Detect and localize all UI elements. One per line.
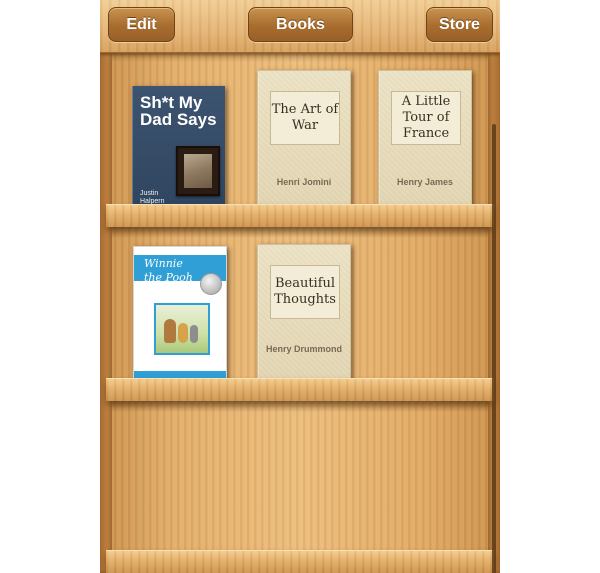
book-blurb <box>140 178 180 183</box>
character-figure <box>190 325 198 343</box>
shelf-1 <box>106 204 494 227</box>
top-toolbar: Edit Books Store <box>100 0 500 53</box>
book-beautiful-thoughts[interactable]: Beautiful Thoughts Henry Drummond <box>257 244 351 382</box>
book-title: Winnie the Pooh <box>144 257 193 284</box>
shelf-shadow <box>112 226 488 238</box>
character-figure <box>164 319 176 343</box>
cover-illustration <box>154 303 210 355</box>
edit-button[interactable]: Edit <box>108 7 175 42</box>
shelf-3 <box>106 550 494 573</box>
book-title-plate: A Little Tour of France <box>391 91 461 145</box>
bookcase-left-side <box>100 52 112 573</box>
bookcase-top-shadow <box>112 52 488 62</box>
book-title-plate: Beautiful Thoughts <box>270 265 340 319</box>
character-figure <box>178 323 188 343</box>
book-title: Sh*t My Dad Says <box>140 93 217 129</box>
book-a-little-tour-of-france[interactable]: A Little Tour of France Henry James <box>378 70 472 208</box>
store-button[interactable]: Store <box>426 7 493 42</box>
photo-frame-illustration <box>176 146 220 196</box>
books-button[interactable]: Books <box>248 7 353 42</box>
book-title-plate: The Art of War <box>270 91 340 145</box>
book-shit-my-dad-says[interactable]: Sh*t My Dad Says Justin Halpern <box>132 86 225 206</box>
scrollbar[interactable] <box>492 124 496 573</box>
book-the-art-of-war[interactable]: The Art of War Henri Jomini <box>257 70 351 208</box>
shelf-2 <box>106 378 494 401</box>
award-medal-icon <box>200 273 222 295</box>
book-author: Henry Drummond <box>265 344 342 354</box>
ibooks-bookshelf: Edit Books Store Sh*t My Dad Says Justin… <box>100 0 500 573</box>
book-author: Henry James <box>396 177 454 187</box>
book-author: Henri Jomini <box>276 177 332 187</box>
cover-photo <box>184 154 212 188</box>
book-winnie-the-pooh[interactable]: Winnie the Pooh <box>133 246 227 382</box>
shelf-shadow <box>112 400 488 412</box>
